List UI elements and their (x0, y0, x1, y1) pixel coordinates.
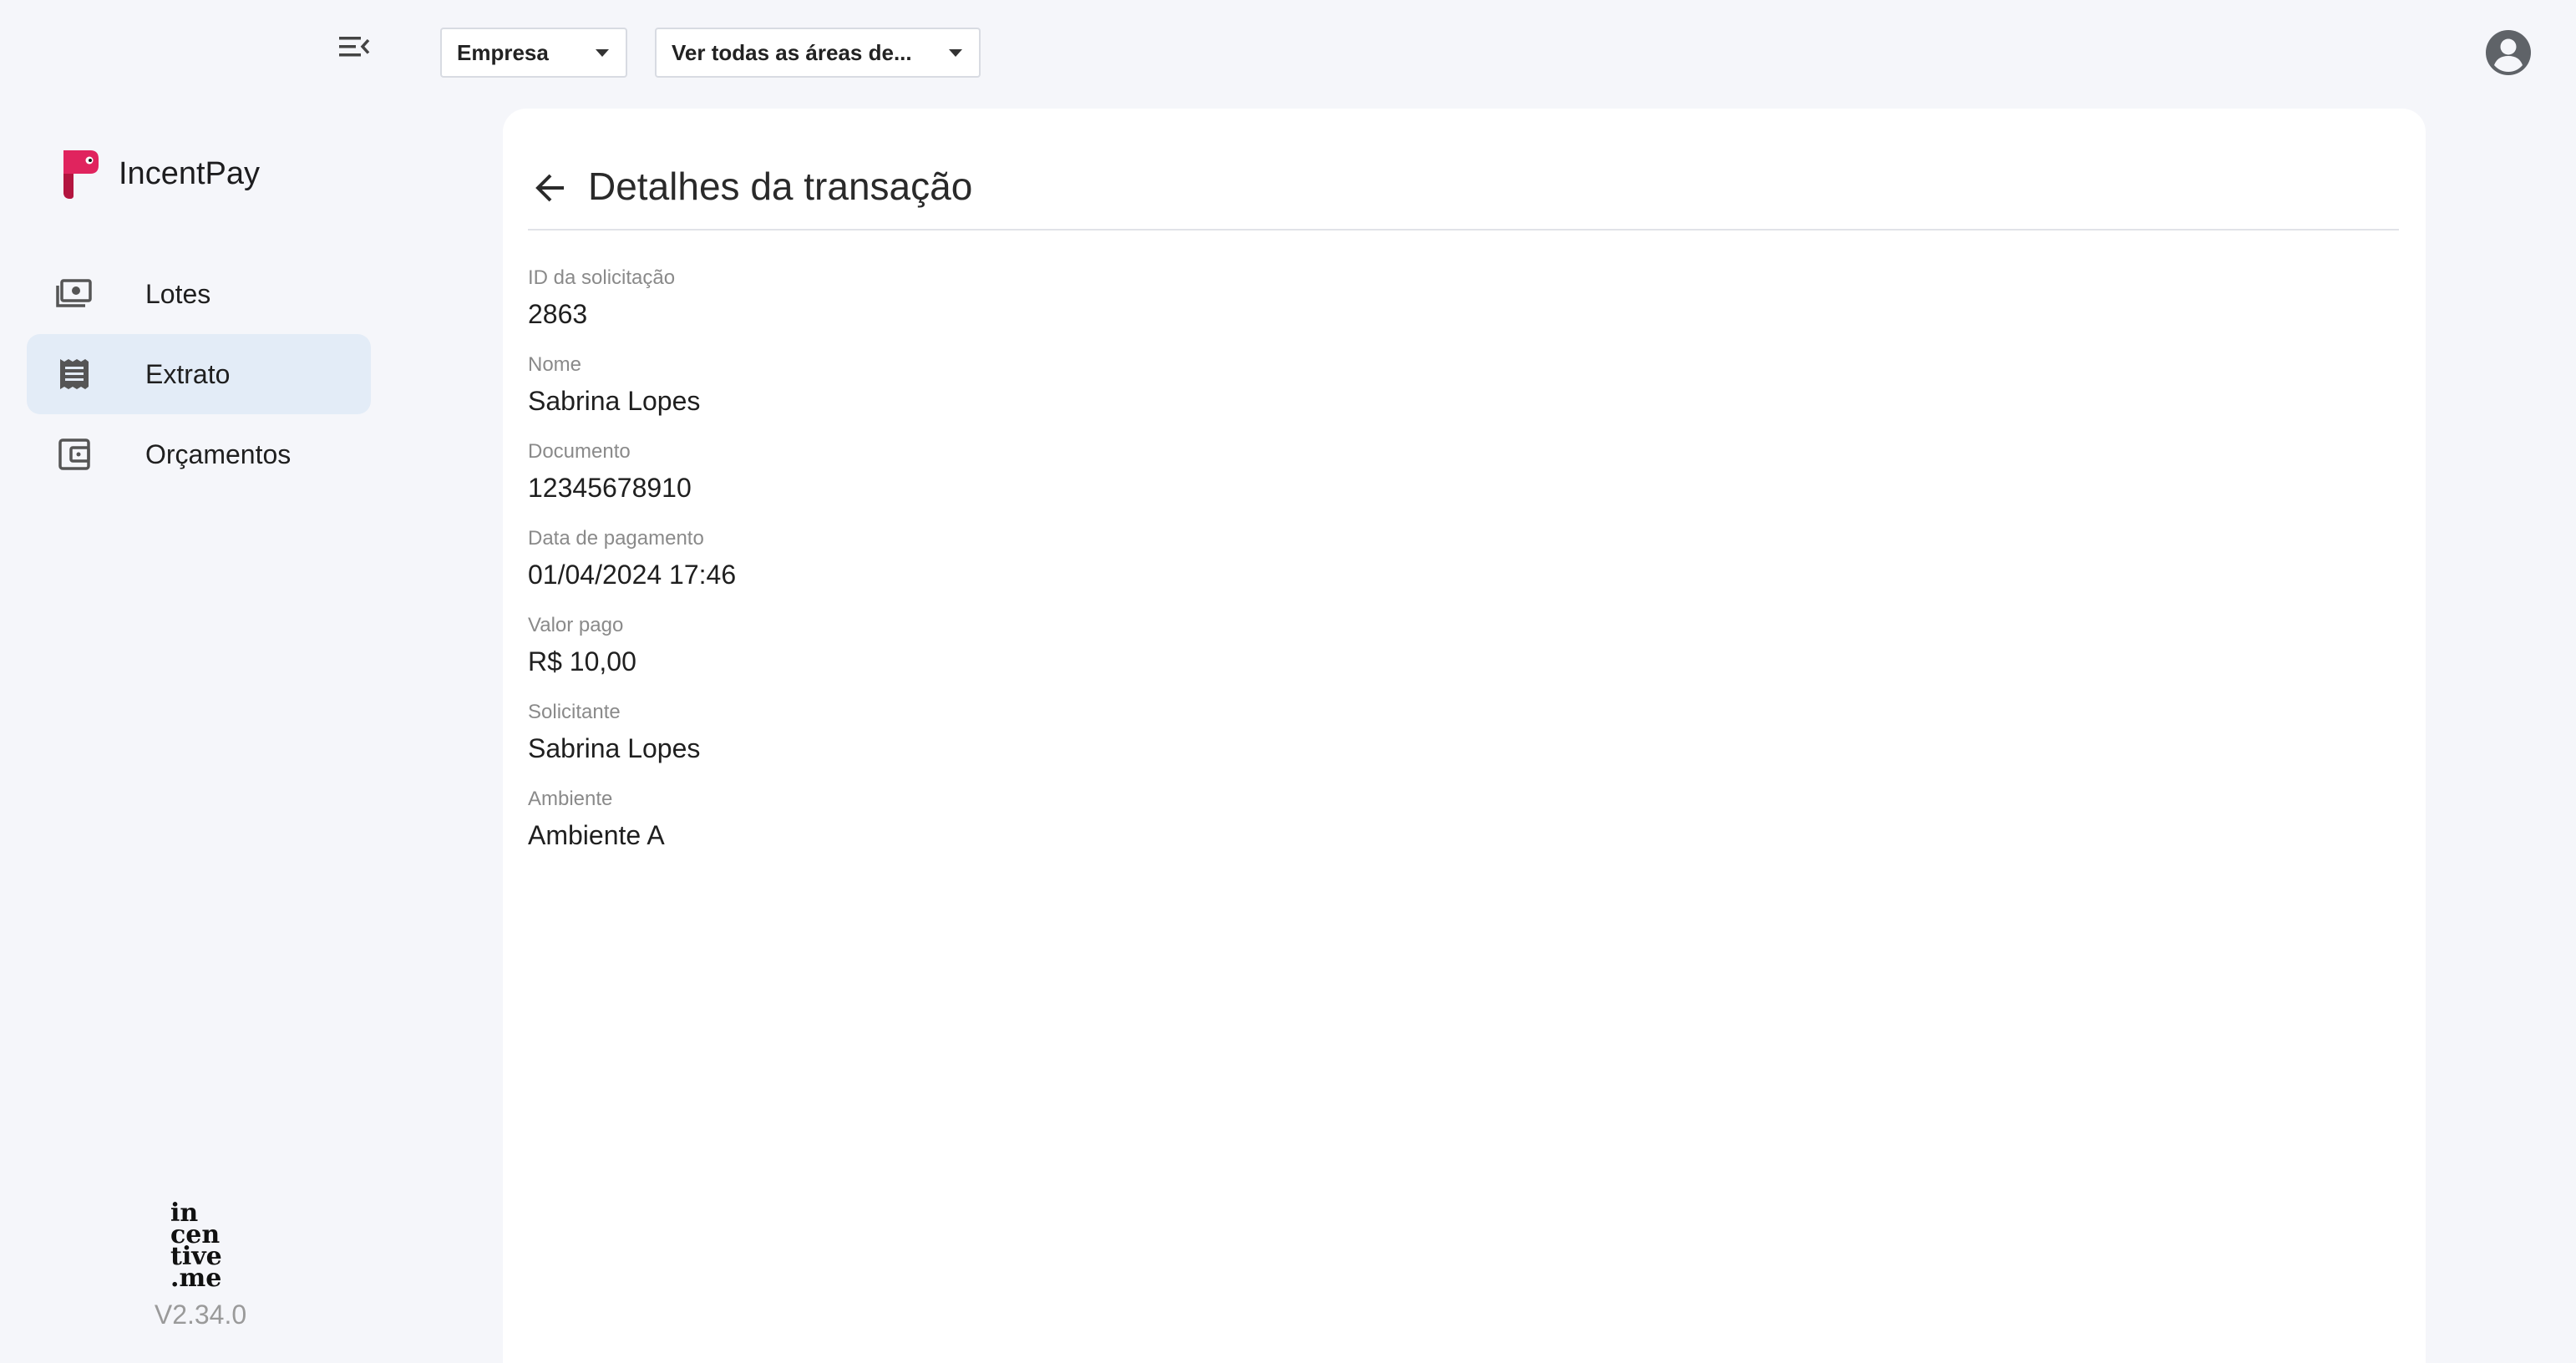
field-label: ID da solicitação (528, 266, 676, 289)
field-value: 12345678910 (528, 473, 692, 503)
sidebar-item-label: Lotes (145, 278, 211, 309)
sidebar-item-lotes[interactable]: Lotes (27, 254, 371, 334)
field-label: Data de pagamento (528, 527, 704, 550)
back-arrow-icon[interactable] (528, 165, 573, 210)
chevron-down-icon (949, 48, 962, 57)
field-value: Sabrina Lopes (528, 733, 701, 763)
incentive-me-logo: in cen tive .me (150, 1199, 251, 1293)
field-environment: Ambiente Ambiente A (528, 785, 736, 872)
page-title: Detalhes da transação (588, 165, 973, 208)
receipt-icon (55, 355, 94, 393)
field-label: Nome (528, 353, 582, 376)
field-value: R$ 10,00 (528, 646, 636, 676)
money-icon (55, 275, 94, 313)
areas-select-value: Ver todas as áreas de... (672, 39, 912, 65)
field-value: 01/04/2024 17:46 (528, 560, 737, 590)
brand[interactable]: IncentPay (58, 144, 260, 204)
field-label: Ambiente (528, 788, 613, 810)
company-select[interactable]: Empresa (440, 28, 627, 78)
account-avatar-icon[interactable] (2484, 28, 2533, 77)
chevron-down-icon (596, 48, 609, 57)
areas-select[interactable]: Ver todas as áreas de... (655, 28, 981, 78)
sidebar: IncentPay Lotes Extrato Orçamentos in ce… (0, 0, 484, 1363)
field-label: Valor pago (528, 614, 624, 636)
field-value: 2863 (528, 299, 588, 329)
field-name: Nome Sabrina Lopes (528, 351, 736, 438)
field-requester: Solicitante Sabrina Lopes (528, 698, 736, 785)
app-version: V2.34.0 (154, 1300, 247, 1330)
field-document: Documento 12345678910 (528, 438, 736, 524)
menu-collapse-icon[interactable] (331, 30, 378, 63)
field-label: Documento (528, 440, 631, 463)
company-select-value: Empresa (457, 39, 549, 65)
field-label: Solicitante (528, 701, 621, 723)
brand-name: IncentPay (119, 155, 260, 191)
incentpay-logo-icon (63, 150, 99, 199)
wallet-icon (55, 435, 94, 474)
field-request-id: ID da solicitação 2863 (528, 264, 736, 351)
sidebar-item-label: Orçamentos (145, 438, 292, 469)
sidebar-item-extrato[interactable]: Extrato (27, 334, 371, 414)
sidebar-item-label: Extrato (145, 358, 231, 389)
svg-text:.me: .me (170, 1264, 221, 1293)
sidebar-item-orcamentos[interactable]: Orçamentos (27, 414, 371, 494)
field-value: Ambiente A (528, 820, 665, 850)
field-amount-paid: Valor pago R$ 10,00 (528, 611, 736, 698)
details-list: ID da solicitação 2863 Nome Sabrina Lope… (528, 264, 736, 872)
sidebar-nav: Lotes Extrato Orçamentos (27, 254, 371, 494)
transaction-details-card: Detalhes da transação ID da solicitação … (503, 109, 2426, 1363)
card-header: Detalhes da transação (528, 139, 2399, 231)
field-payment-date: Data de pagamento 01/04/2024 17:46 (528, 524, 736, 611)
field-value: Sabrina Lopes (528, 386, 701, 416)
